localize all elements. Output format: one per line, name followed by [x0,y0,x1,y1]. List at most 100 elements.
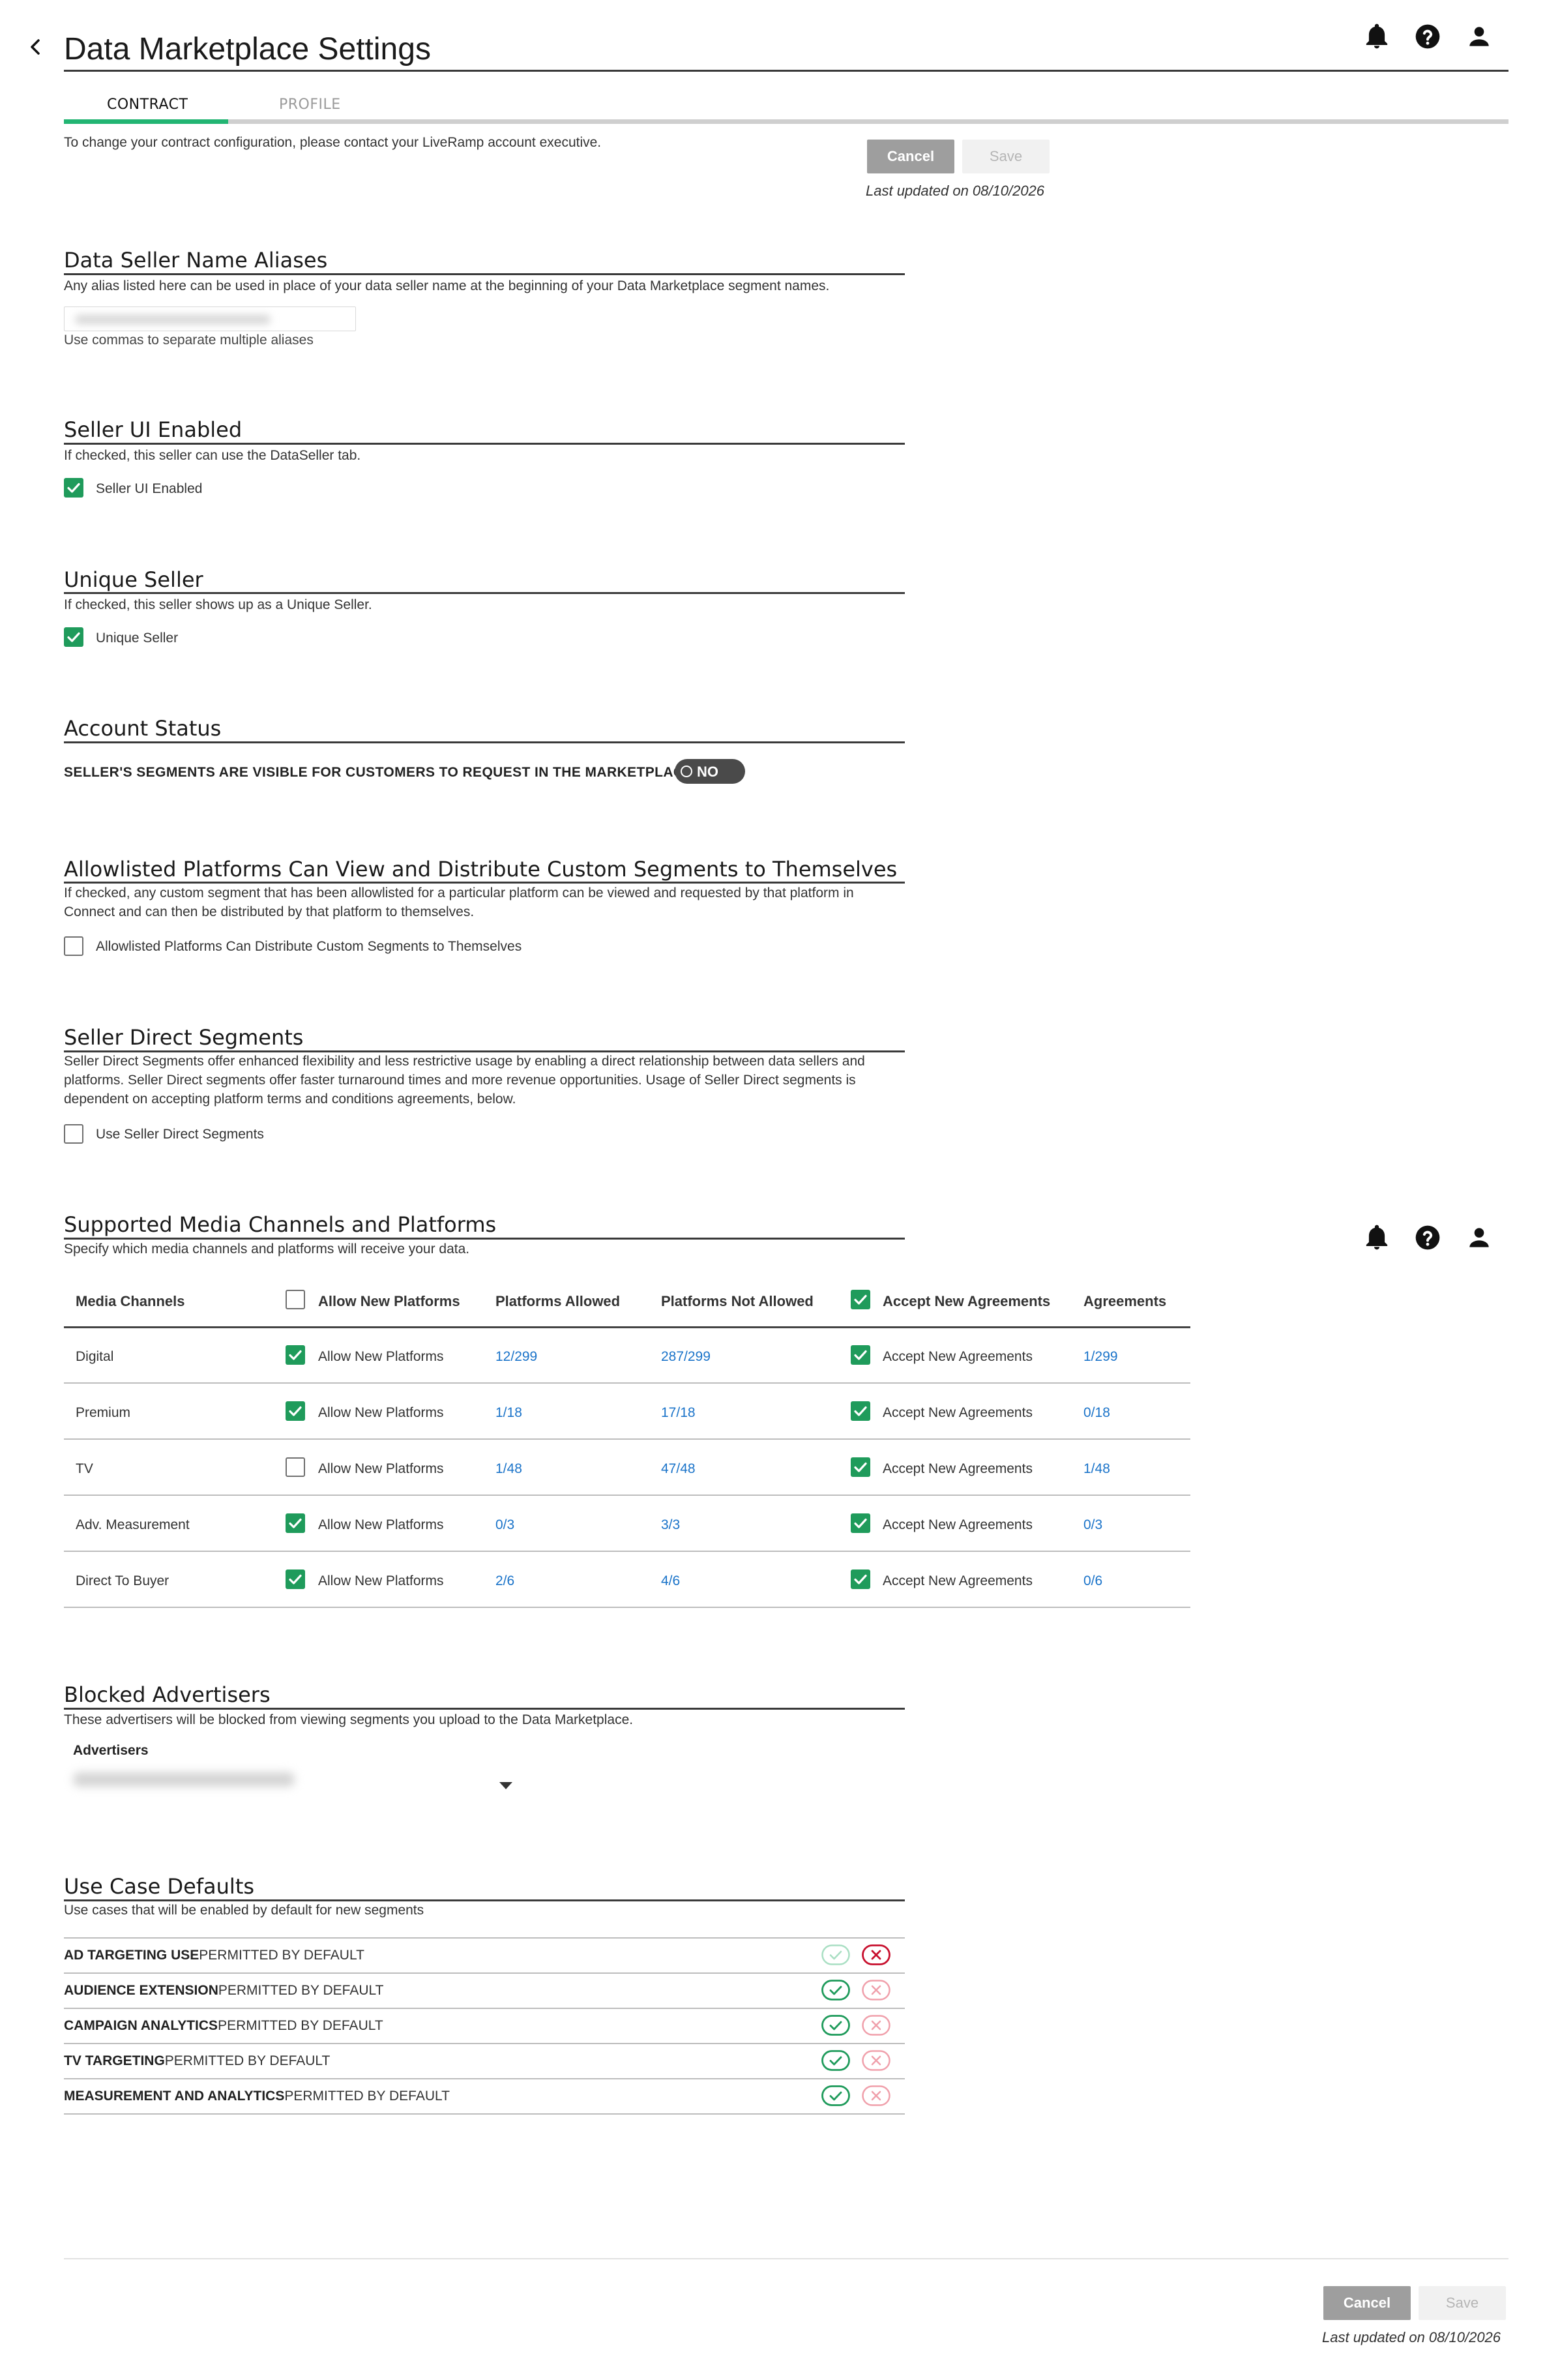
row-allow-new-checkbox[interactable] [286,1457,305,1477]
allowlisted-checkbox-label[interactable]: Allowlisted Platforms Can Distribute Cus… [96,939,522,955]
seller-ui-title: Seller UI Enabled [64,417,243,442]
help-icon[interactable] [1413,22,1442,51]
tab-contract[interactable]: CONTRACT [107,97,188,113]
x-icon[interactable] [862,2085,890,2106]
row-allow-new-label[interactable]: Allow New Platforms [318,1405,444,1421]
user-icon[interactable] [1465,1223,1494,1252]
user-icon[interactable] [1465,22,1494,51]
row-agreements-link[interactable]: 1/299 [1083,1349,1118,1365]
x-icon[interactable] [862,2050,890,2071]
row-allow-new-label[interactable]: Allow New Platforms [318,1349,444,1365]
row-platforms-not-allowed-link[interactable]: 287/299 [661,1349,711,1365]
save-button[interactable]: Save [962,140,1050,173]
x-icon[interactable] [862,2015,890,2036]
cancel-button[interactable]: Cancel [867,140,954,173]
row-agreements-link[interactable]: 1/48 [1083,1461,1110,1477]
row-accept-new-label[interactable]: Accept New Agreements [883,1349,1033,1365]
row-platforms-allowed-link[interactable]: 2/6 [495,1573,514,1589]
visibility-toggle[interactable]: NO [675,759,745,784]
use-cases-description: Use cases that will be enabled by defaul… [64,1903,424,1918]
row-accept-new-label[interactable]: Accept New Agreements [883,1573,1033,1589]
x-icon[interactable] [862,1980,890,2001]
aliases-description: Any alias listed here can be used in pla… [64,278,830,293]
seller-ui-checkbox-label[interactable]: Seller UI Enabled [96,481,202,497]
seller-ui-checkbox[interactable] [64,478,83,498]
row-platforms-not-allowed-link[interactable]: 47/48 [661,1461,696,1477]
col-accept-new-agreements: Accept New Agreements [883,1293,1051,1309]
aliases-redacted-value [75,315,271,324]
row-accept-new-label[interactable]: Accept New Agreements [883,1517,1033,1533]
seller-ui-description: If checked, this seller can use the Data… [64,448,361,463]
row-divider [64,2008,905,2009]
header-accept-new-checkbox[interactable] [851,1290,870,1309]
row-channel: Digital [76,1349,114,1364]
row-platforms-allowed-link[interactable]: 0/3 [495,1517,514,1533]
check-icon[interactable] [821,1944,850,1965]
footer-last-updated-text: Last updated on 08/10/2026 [1322,2329,1501,2345]
last-updated-text: Last updated on 08/10/2026 [866,183,1045,199]
unique-seller-divider [64,592,905,594]
allowlisted-checkbox[interactable] [64,936,83,956]
row-allow-new-checkbox[interactable] [286,1345,305,1365]
row-platforms-allowed-link[interactable]: 1/18 [495,1405,522,1421]
aliases-divider [64,273,905,275]
row-allow-new-label[interactable]: Allow New Platforms [318,1517,444,1533]
check-icon[interactable] [821,2050,850,2071]
row-agreements-link[interactable]: 0/18 [1083,1405,1110,1421]
row-accept-new-label[interactable]: Accept New Agreements [883,1461,1033,1477]
dropdown-caret-icon[interactable] [499,1782,512,1789]
row-accept-new-checkbox[interactable] [851,1569,870,1589]
footer-divider [64,2258,1508,2259]
check-icon [854,1406,867,1416]
tab-profile[interactable]: PROFILE [279,97,341,113]
unique-seller-checkbox-label[interactable]: Unique Seller [96,631,178,646]
blocked-title: Blocked Advertisers [64,1682,271,1707]
row-divider [64,1972,905,1974]
back-chevron-icon[interactable] [26,38,44,56]
row-divider [64,2113,905,2115]
toggle-state-text: NO [697,764,718,780]
row-allow-new-checkbox[interactable] [286,1513,305,1533]
row-allow-new-checkbox[interactable] [286,1569,305,1589]
row-divider [64,2043,905,2044]
row-divider [64,1438,1190,1440]
row-platforms-not-allowed-link[interactable]: 3/3 [661,1517,680,1533]
row-accept-new-checkbox[interactable] [851,1513,870,1533]
unique-seller-checkbox[interactable] [64,627,83,647]
check-icon[interactable] [821,2015,850,2036]
seller-direct-checkbox[interactable] [64,1124,83,1144]
check-icon [67,483,80,493]
use-case-row-label: AD TARGETING USEPERMITTED BY DEFAULT [64,1948,364,1963]
row-allow-new-checkbox[interactable] [286,1401,305,1421]
row-accept-new-label[interactable]: Accept New Agreements [883,1405,1033,1421]
x-icon[interactable] [862,1944,890,1965]
row-platforms-not-allowed-link[interactable]: 4/6 [661,1573,680,1589]
row-accept-new-checkbox[interactable] [851,1401,870,1421]
footer-save-button[interactable]: Save [1419,2286,1506,2320]
row-allow-new-label[interactable]: Allow New Platforms [318,1573,444,1589]
check-icon[interactable] [821,2085,850,2106]
seller-direct-checkbox-label[interactable]: Use Seller Direct Segments [96,1127,264,1142]
header-allow-new-checkbox[interactable] [286,1290,305,1309]
row-agreements-link[interactable]: 0/3 [1083,1517,1102,1533]
footer-cancel-button[interactable]: Cancel [1323,2286,1411,2320]
bell-icon[interactable] [1362,1223,1391,1252]
row-platforms-allowed-link[interactable]: 12/299 [495,1349,537,1365]
blocked-description: These advertisers will be blocked from v… [64,1712,634,1727]
row-channel: Adv. Measurement [76,1517,190,1532]
row-accept-new-checkbox[interactable] [851,1345,870,1365]
row-accept-new-checkbox[interactable] [851,1457,870,1477]
check-icon [854,1518,867,1528]
help-icon[interactable] [1413,1223,1442,1252]
page-title: Data Marketplace Settings [64,32,431,67]
row-agreements-link[interactable]: 0/6 [1083,1573,1102,1589]
check-icon[interactable] [821,1980,850,2001]
seller-direct-description: Seller Direct Segments offer enhanced fl… [64,1054,865,1107]
bell-icon[interactable] [1362,22,1391,51]
aliases-input[interactable] [64,306,356,331]
check-icon [289,1574,302,1584]
row-platforms-allowed-link[interactable]: 1/48 [495,1461,522,1477]
use-cases-title: Use Case Defaults [64,1874,255,1899]
row-platforms-not-allowed-link[interactable]: 17/18 [661,1405,696,1421]
row-allow-new-label[interactable]: Allow New Platforms [318,1461,444,1477]
